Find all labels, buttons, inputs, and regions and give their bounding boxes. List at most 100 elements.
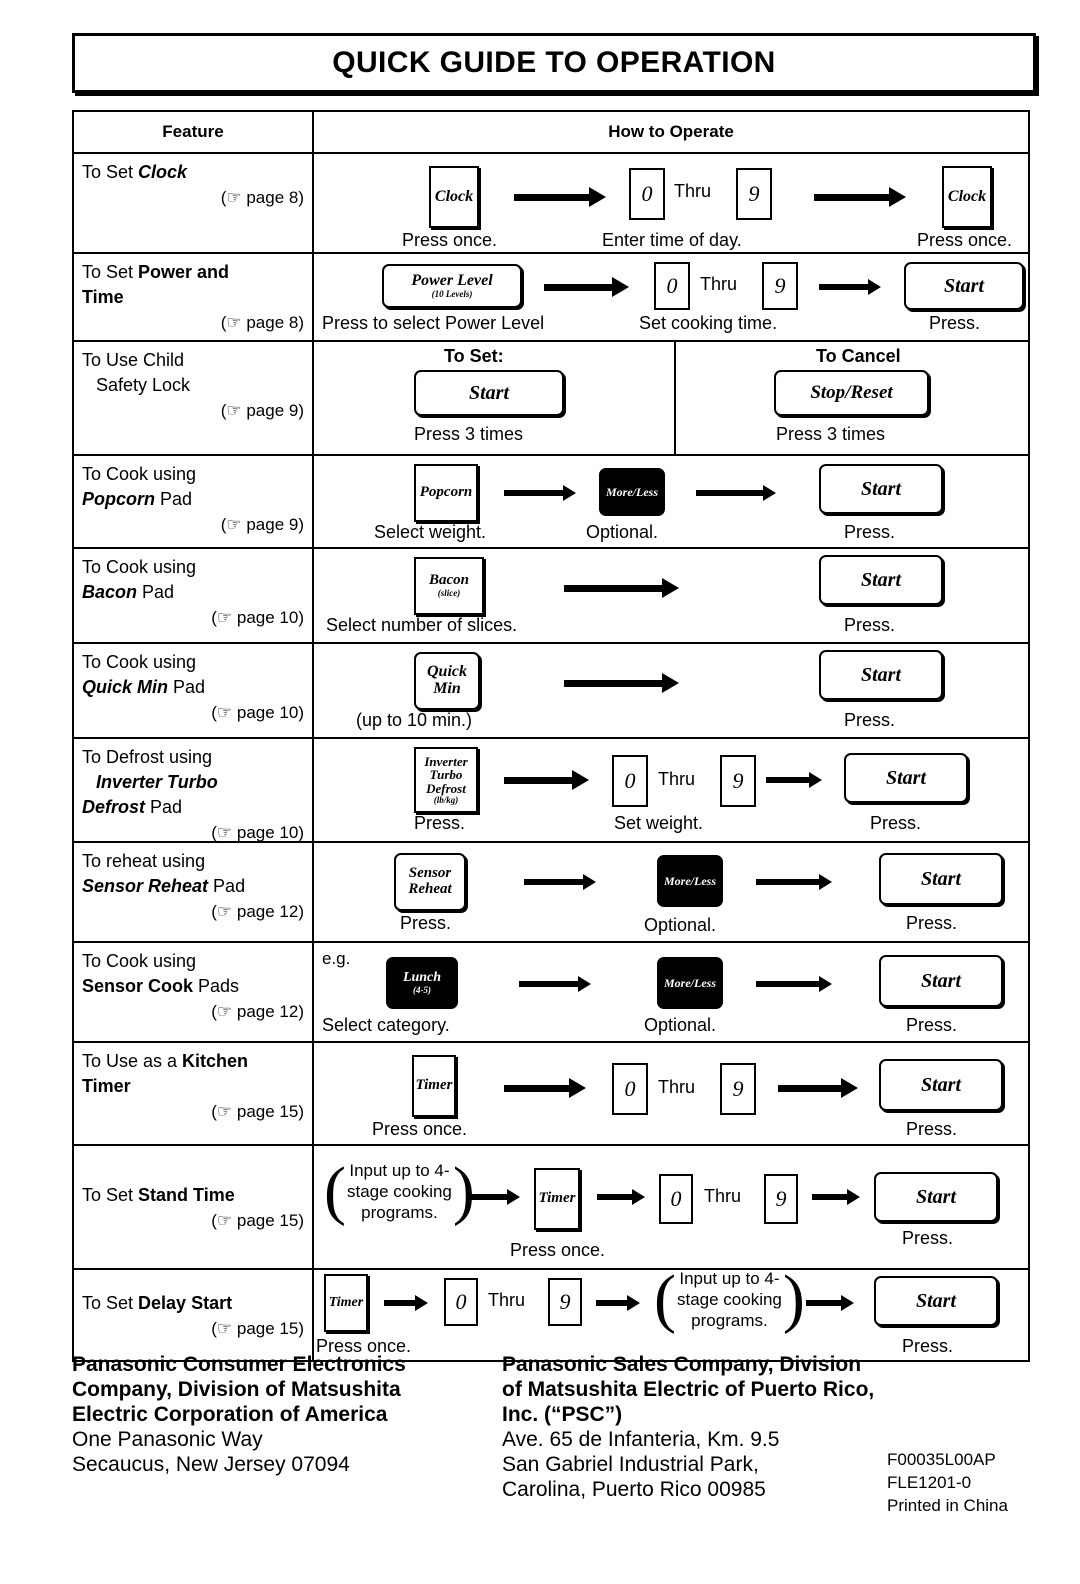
page-reference[interactable]: (☞ page 10) [82, 820, 304, 845]
pad-bacon-sublabel: (slice) [437, 588, 461, 599]
step-caption-1: (up to 10 min.) [356, 710, 473, 730]
pad-bacon[interactable]: Bacon (slice) [414, 557, 484, 615]
feature-emphasis: Bacon [82, 582, 138, 602]
feature-cell: To Cook using Sensor Cook Pads (☞ page 1… [74, 943, 314, 1041]
program-note-1: ( Input up to 4- stage cooking programs.… [324, 1158, 475, 1224]
pad-lunch-label: Lunch [402, 969, 442, 985]
footer-right-line5: San Gabriel Industrial Park, [502, 1453, 759, 1476]
pad-sensor-reheat[interactable]: Sensor Reheat [394, 853, 466, 911]
pad-clock-2[interactable]: Clock [942, 166, 992, 228]
pad-power-level-label: Power Level [411, 271, 493, 289]
pad-more-less[interactable]: More/Less [599, 468, 665, 516]
digit-to[interactable]: 9 [762, 262, 798, 310]
pad-inverter-turbo-defrost[interactable]: Inverter Turbo Defrost (lb/kg) [414, 747, 478, 813]
header-label-feature: Feature [162, 122, 224, 141]
pad-start-set[interactable]: Start [414, 370, 564, 416]
table-row-kitchen-timer: To Use as a Kitchen Timer (☞ page 15) Ti… [74, 1043, 1028, 1146]
arrow-icon-2 [778, 1078, 858, 1098]
table-row-popcorn: To Cook using Popcorn Pad (☞ page 9) Pop… [74, 456, 1028, 549]
page-reference[interactable]: (☞ page 10) [82, 700, 304, 725]
pad-start[interactable]: Start [904, 262, 1024, 310]
arrow-icon-1 [564, 578, 679, 598]
digit-to[interactable]: 9 [720, 755, 756, 807]
pad-quick-min[interactable]: Quick Min [414, 652, 480, 710]
footer-left-line2: Company, Division of Matsushita [72, 1378, 401, 1401]
pad-lunch[interactable]: Lunch (4-5) [386, 957, 458, 1009]
step-caption-1: Press once. [372, 1119, 468, 1139]
step-caption-2: Press. [844, 615, 896, 635]
digit-to[interactable]: 9 [720, 1063, 756, 1115]
page-reference[interactable]: (☞ page 12) [82, 899, 304, 924]
pad-sensor-reheat-line2: Reheat [408, 881, 452, 897]
pad-clock-1[interactable]: Clock [429, 166, 479, 228]
page-reference[interactable]: (☞ page 10) [82, 605, 304, 630]
digit-from[interactable]: 0 [612, 1063, 648, 1115]
step-caption-1: Select number of slices. [326, 615, 518, 635]
digit-from[interactable]: 0 [659, 1174, 693, 1224]
step-caption-2: Optional. [586, 522, 659, 542]
step-caption-2: Press. [844, 710, 896, 730]
step-caption-2: Enter time of day. [602, 230, 742, 250]
step-caption-2: Set weight. [614, 813, 704, 833]
pad-popcorn[interactable]: Popcorn [414, 464, 478, 522]
feature-title: To reheat using [82, 851, 206, 871]
feature-title: To Use Child [82, 350, 185, 370]
step-caption-cancel: Press 3 times [776, 424, 886, 444]
to-set-label: To Set: [444, 346, 504, 366]
pad-start[interactable]: Start [879, 853, 1003, 905]
pad-start[interactable]: Start [819, 555, 943, 605]
arrow-icon-1 [519, 976, 591, 992]
page-reference[interactable]: (☞ page 9) [82, 398, 304, 423]
footer-code-2: FLE1201-0 [887, 1473, 972, 1492]
page-reference[interactable]: (☞ page 8) [82, 310, 304, 335]
example-label: e.g. [322, 949, 351, 968]
page-reference[interactable]: (☞ page 15) [82, 1316, 304, 1341]
step-caption-1: Select category. [322, 1015, 450, 1035]
step-caption-3: Press. [906, 1119, 958, 1139]
footer-right-line2: of Matsushita Electric of Puerto Rico, [502, 1378, 875, 1401]
page-reference[interactable]: (☞ page 8) [82, 185, 304, 210]
page-reference[interactable]: (☞ page 12) [82, 999, 304, 1024]
pad-stop-reset[interactable]: Stop/Reset [774, 370, 929, 416]
pad-more-less[interactable]: More/Less [657, 957, 723, 1009]
pad-start[interactable]: Start [879, 1059, 1003, 1111]
feature-title-line2: Inverter Turbo [96, 772, 218, 792]
operate-cell: Quick Min Start (up to 10 min.) Press. [314, 644, 1028, 737]
pad-start[interactable]: Start [844, 753, 968, 803]
page-reference[interactable]: (☞ page 15) [82, 1208, 304, 1233]
operate-cell: e.g. Lunch (4-5) More/Less Start Select … [314, 943, 1028, 1041]
pad-timer[interactable]: Timer [324, 1274, 368, 1332]
pad-bacon-label: Bacon [428, 572, 469, 589]
digit-from[interactable]: 0 [444, 1278, 478, 1326]
digit-to[interactable]: 9 [764, 1174, 798, 1224]
feature-title: To Set Clock [82, 162, 188, 182]
pad-start[interactable]: Start [879, 955, 1003, 1007]
program-note-line3: programs. [361, 1203, 438, 1222]
pad-power-level[interactable]: Power Level (10 Levels) [382, 264, 522, 308]
digit-to-1[interactable]: 9 [736, 168, 772, 220]
table-row-sensor-reheat: To reheat using Sensor Reheat Pad (☞ pag… [74, 843, 1028, 943]
page-title: QUICK GUIDE TO OPERATION [332, 46, 776, 79]
step-caption-3: Press. [906, 913, 958, 933]
digit-from[interactable]: 0 [612, 755, 648, 807]
digit-from[interactable]: 0 [654, 262, 690, 310]
arrow-icon-1 [544, 277, 629, 297]
arrow-icon-2 [597, 1189, 645, 1205]
pad-timer[interactable]: Timer [412, 1055, 456, 1117]
operate-cell: Clock 0 Thru 9 Clock Press once. Enter t… [314, 154, 1028, 252]
page-reference[interactable]: (☞ page 9) [82, 512, 304, 537]
pad-more-less[interactable]: More/Less [657, 855, 723, 907]
pad-start[interactable]: Start [874, 1276, 998, 1326]
page-reference[interactable]: (☞ page 15) [82, 1099, 304, 1124]
page-title-box: QUICK GUIDE TO OPERATION [72, 33, 1036, 93]
operate-cell: Timer 0 Thru 9 Start Press once. Press. [314, 1043, 1028, 1144]
pad-defrost-line3: Defrost [426, 781, 466, 797]
pad-start[interactable]: Start [819, 650, 943, 700]
pad-timer[interactable]: Timer [534, 1168, 580, 1230]
feature-emphasis: Delay Start [138, 1293, 233, 1313]
feature-title: To Cook using [82, 652, 197, 672]
digit-to[interactable]: 9 [548, 1278, 582, 1326]
pad-start[interactable]: Start [874, 1172, 998, 1222]
pad-start[interactable]: Start [819, 464, 943, 514]
digit-from-1[interactable]: 0 [629, 168, 665, 220]
